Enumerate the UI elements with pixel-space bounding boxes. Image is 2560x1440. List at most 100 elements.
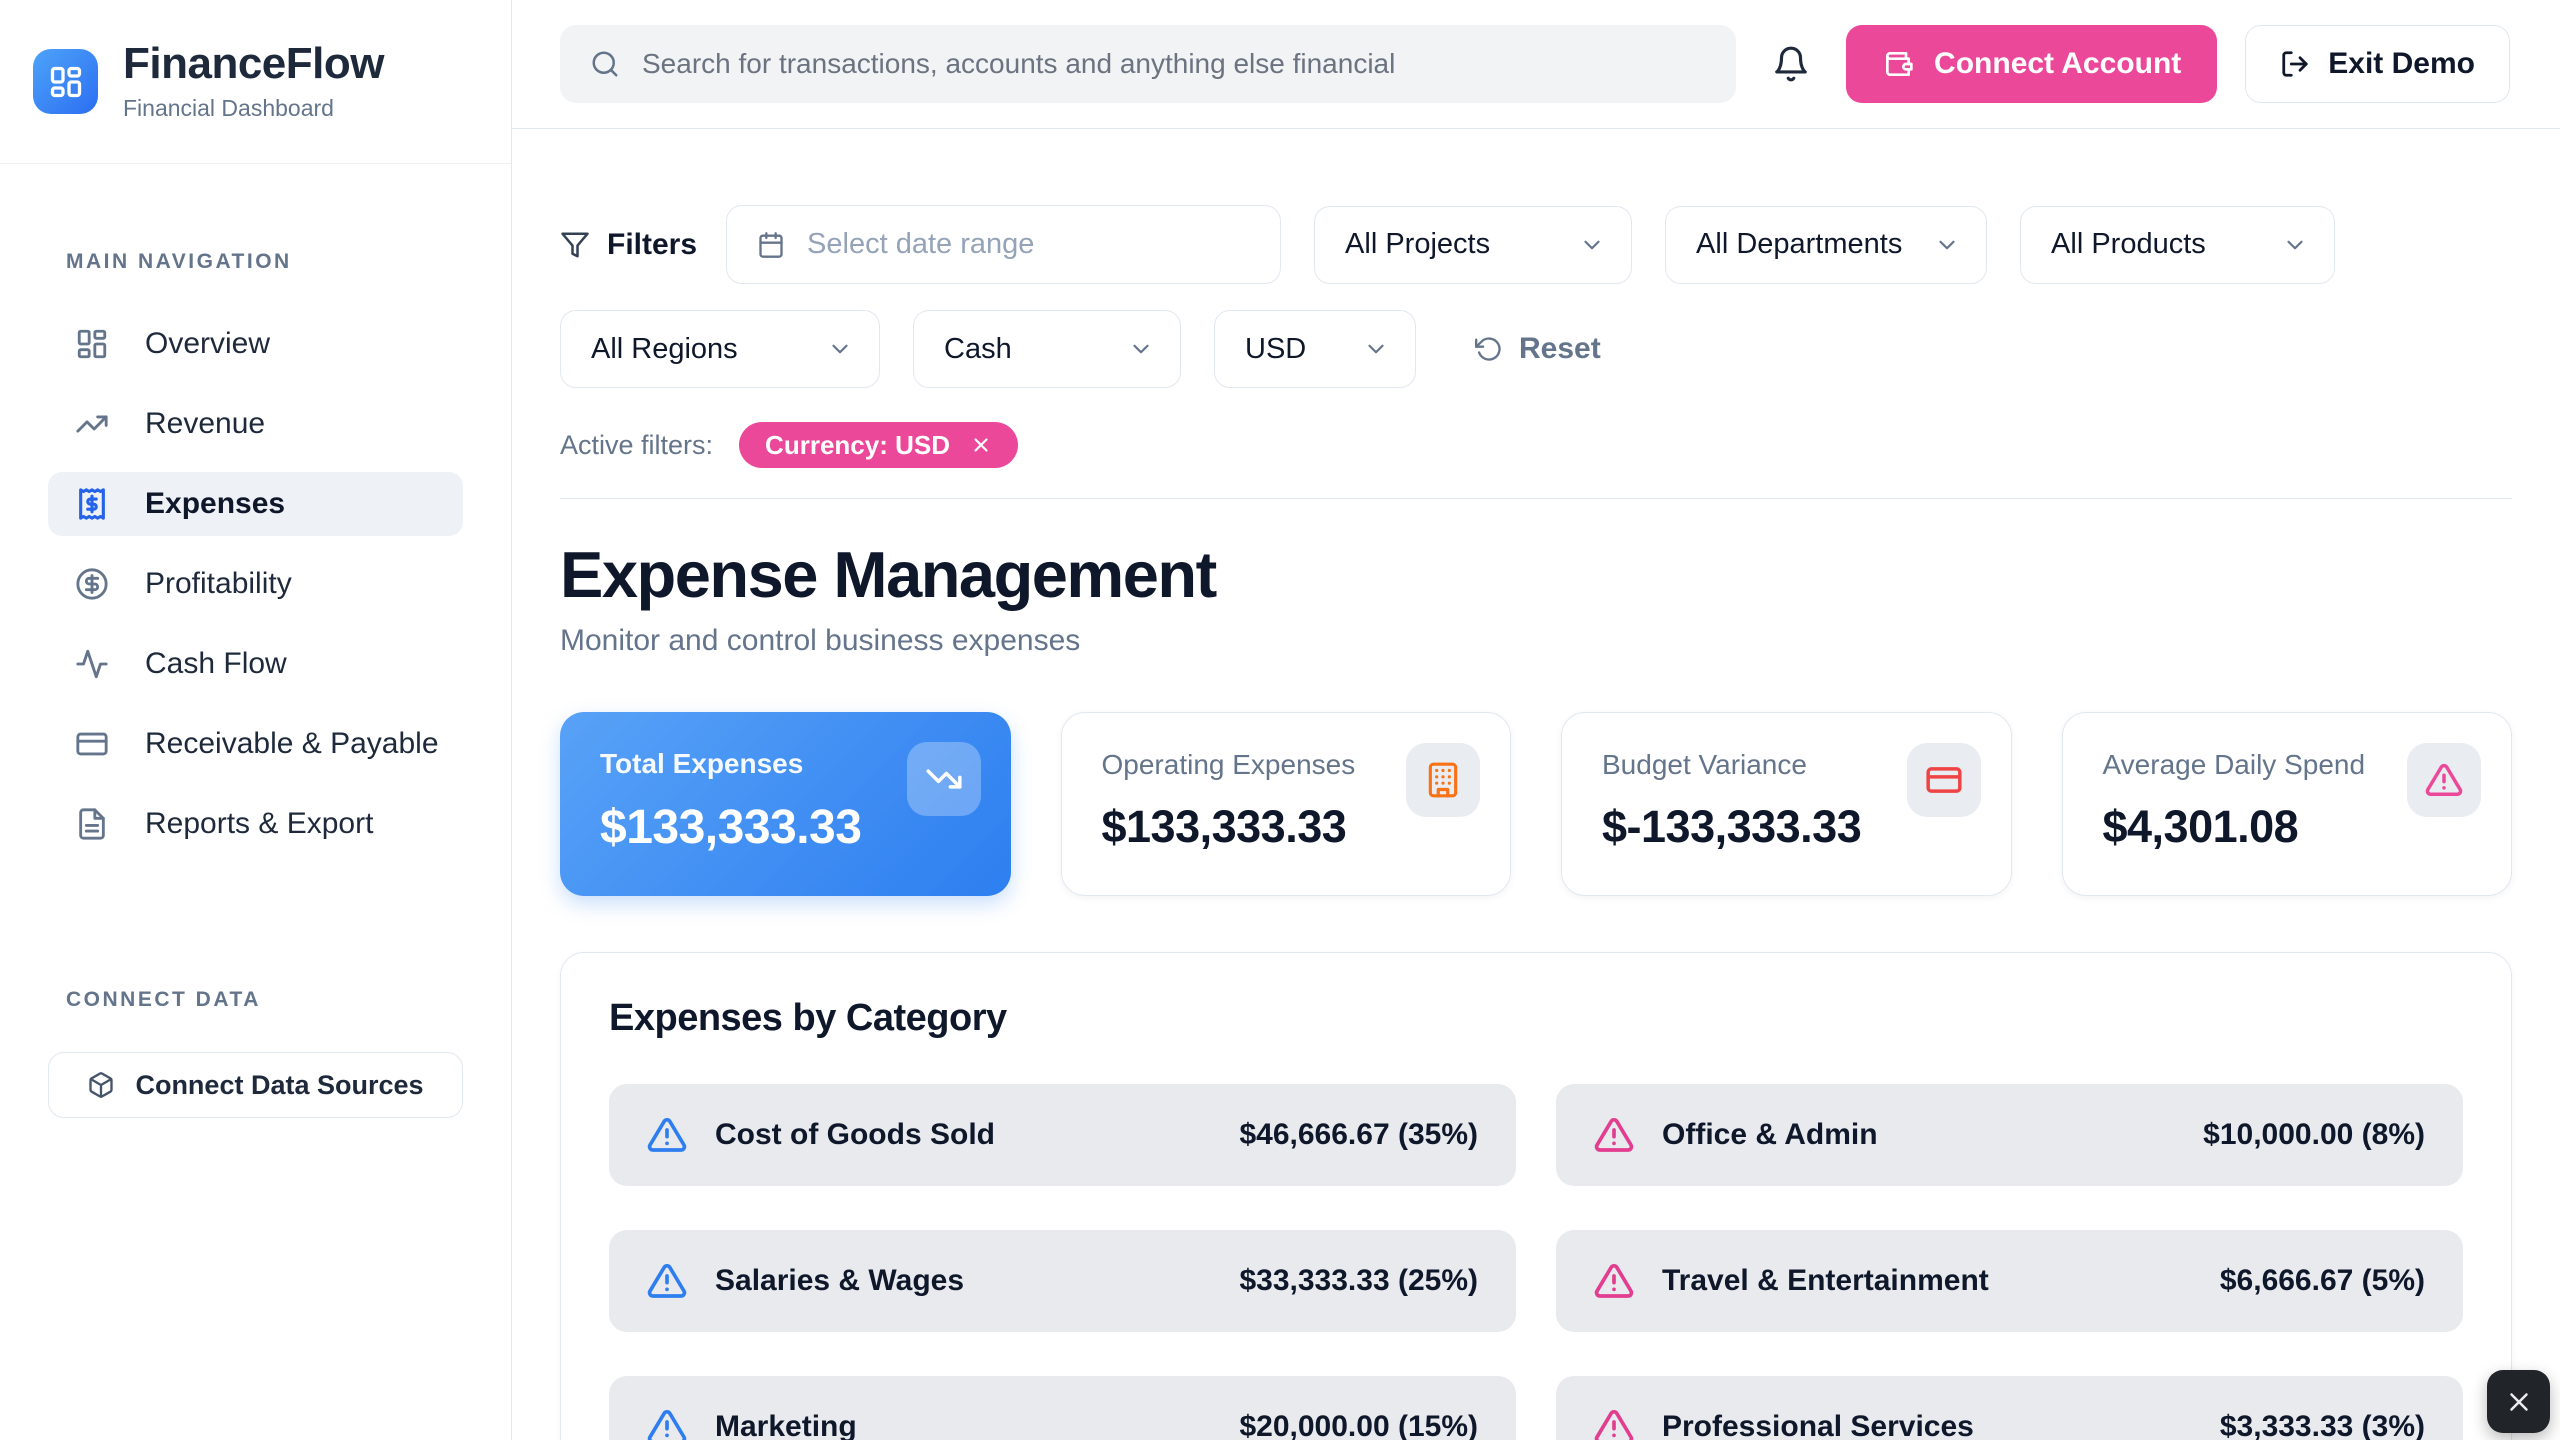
layout-dashboard-icon bbox=[75, 327, 109, 361]
stat-icon-badge bbox=[907, 742, 981, 816]
stat-card-budget-variance: Budget Variance $-133,333.33 bbox=[1561, 712, 2012, 896]
layout-dashboard-icon bbox=[48, 64, 84, 100]
active-filter-chip-currency: Currency: USD bbox=[739, 422, 1018, 468]
search-input[interactable] bbox=[642, 48, 1706, 80]
date-range-input[interactable]: Select date range bbox=[726, 205, 1281, 284]
stat-card-operating-expenses: Operating Expenses $133,333.33 bbox=[1061, 712, 1512, 896]
log-out-icon bbox=[2280, 49, 2310, 79]
chevron-down-icon bbox=[827, 336, 853, 362]
sidebar-item-label: Expenses bbox=[145, 487, 285, 521]
sidebar-item-overview[interactable]: Overview bbox=[48, 312, 463, 376]
funnel-icon bbox=[560, 230, 590, 260]
accounting-basis-select[interactable]: Cash bbox=[913, 310, 1181, 388]
sidebar-item-cash-flow[interactable]: Cash Flow bbox=[48, 632, 463, 696]
category-row-professional-services[interactable]: Professional Services $3,333.33 (3%) bbox=[1556, 1376, 2463, 1440]
nav-section-header: MAIN NAVIGATION bbox=[66, 250, 463, 274]
chevron-down-icon bbox=[1363, 336, 1389, 362]
alert-triangle-icon bbox=[647, 1261, 687, 1301]
exit-demo-button[interactable]: Exit Demo bbox=[2245, 25, 2510, 103]
connect-account-button[interactable]: Connect Account bbox=[1846, 25, 2217, 103]
category-row-cost-of-goods-sold[interactable]: Cost of Goods Sold $46,666.67 (35%) bbox=[609, 1084, 1516, 1186]
sidebar-item-reports-export[interactable]: Reports & Export bbox=[48, 792, 463, 856]
category-row-salaries-wages[interactable]: Salaries & Wages $33,333.33 (25%) bbox=[609, 1230, 1516, 1332]
sidebar-item-label: Cash Flow bbox=[145, 647, 287, 681]
category-name: Travel & Entertainment bbox=[1662, 1264, 1989, 1298]
category-name: Salaries & Wages bbox=[715, 1264, 964, 1298]
trending-down-icon bbox=[925, 760, 963, 798]
category-name: Office & Admin bbox=[1662, 1118, 1878, 1152]
active-filters-label: Active filters: bbox=[560, 430, 713, 461]
sidebar-item-label: Overview bbox=[145, 327, 270, 361]
receipt-icon bbox=[75, 487, 109, 521]
remove-filter-button[interactable] bbox=[970, 434, 992, 456]
file-text-icon bbox=[75, 807, 109, 841]
chevron-down-icon bbox=[2282, 232, 2308, 258]
chevron-down-icon bbox=[1934, 232, 1960, 258]
alert-triangle-icon bbox=[1594, 1261, 1634, 1301]
date-range-placeholder: Select date range bbox=[807, 228, 1034, 261]
app-root: FinanceFlow Financial Dashboard MAIN NAV… bbox=[0, 0, 2560, 1440]
sidebar-item-label: Reports & Export bbox=[145, 807, 373, 841]
filters-row-2: All Regions Cash USD Reset bbox=[560, 310, 2512, 388]
app-logo bbox=[33, 49, 98, 114]
category-amount: $46,666.67 (35%) bbox=[1239, 1118, 1478, 1152]
projects-select[interactable]: All Projects bbox=[1314, 206, 1632, 284]
sidebar-item-label: Revenue bbox=[145, 407, 265, 441]
regions-select[interactable]: All Regions bbox=[560, 310, 880, 388]
bell-icon bbox=[1772, 45, 1810, 83]
notifications-button[interactable] bbox=[1764, 37, 1818, 91]
category-row-marketing[interactable]: Marketing $20,000.00 (15%) bbox=[609, 1376, 1516, 1440]
chevron-down-icon bbox=[1128, 336, 1154, 362]
category-name: Cost of Goods Sold bbox=[715, 1118, 995, 1152]
category-amount: $10,000.00 (8%) bbox=[2203, 1118, 2425, 1152]
stat-cards: Total Expenses $133,333.33 Operating Exp… bbox=[560, 712, 2512, 896]
search-icon bbox=[590, 49, 620, 79]
alert-triangle-icon bbox=[1594, 1115, 1634, 1155]
wallet-icon bbox=[1882, 48, 1914, 80]
category-grid: Cost of Goods Sold $46,666.67 (35%) Offi… bbox=[609, 1084, 2463, 1440]
filters-row-1: Filters Select date range All Projects A… bbox=[560, 205, 2512, 284]
sidebar-item-label: Receivable & Payable bbox=[145, 727, 439, 761]
connect-data-sources-label: Connect Data Sources bbox=[135, 1070, 423, 1101]
sidebar-item-revenue[interactable]: Revenue bbox=[48, 392, 463, 456]
credit-card-icon bbox=[1925, 761, 1963, 799]
sidebar-item-receivable-payable[interactable]: Receivable & Payable bbox=[48, 712, 463, 776]
connect-data-sources-button[interactable]: Connect Data Sources bbox=[48, 1052, 463, 1118]
expenses-by-category-card: Expenses by Category Cost of Goods Sold … bbox=[560, 952, 2512, 1440]
close-icon bbox=[2504, 1387, 2534, 1417]
activity-icon bbox=[75, 647, 109, 681]
sidebar-item-label: Profitability bbox=[145, 567, 292, 601]
section-divider bbox=[560, 498, 2512, 499]
page-head: Expense Management Monitor and control b… bbox=[560, 537, 2512, 658]
departments-select[interactable]: All Departments bbox=[1665, 206, 1987, 284]
alert-triangle-icon bbox=[647, 1115, 687, 1155]
connect-account-label: Connect Account bbox=[1934, 47, 2181, 81]
sidebar: FinanceFlow Financial Dashboard MAIN NAV… bbox=[0, 0, 512, 1440]
sidebar-item-profitability[interactable]: Profitability bbox=[48, 552, 463, 616]
chevron-down-icon bbox=[1579, 232, 1605, 258]
category-row-travel-entertainment[interactable]: Travel & Entertainment $6,666.67 (5%) bbox=[1556, 1230, 2463, 1332]
page-subtitle: Monitor and control business expenses bbox=[560, 624, 2512, 658]
category-row-office-admin[interactable]: Office & Admin $10,000.00 (8%) bbox=[1556, 1084, 2463, 1186]
rotate-ccw-icon bbox=[1475, 335, 1503, 363]
products-select[interactable]: All Products bbox=[2020, 206, 2335, 284]
category-name: Professional Services bbox=[1662, 1410, 1974, 1440]
stat-icon-badge bbox=[1406, 743, 1480, 817]
credit-card-icon bbox=[75, 727, 109, 761]
stat-icon-badge bbox=[2407, 743, 2481, 817]
category-amount: $6,666.67 (5%) bbox=[2220, 1264, 2425, 1298]
nav-list: Overview Revenue Expenses Profitability bbox=[48, 312, 463, 856]
building-icon bbox=[1424, 761, 1462, 799]
reset-filters-button[interactable]: Reset bbox=[1475, 332, 1601, 366]
close-overlay-button[interactable] bbox=[2487, 1370, 2550, 1433]
currency-select[interactable]: USD bbox=[1214, 310, 1416, 388]
search-box[interactable] bbox=[560, 25, 1736, 103]
category-amount: $33,333.33 (25%) bbox=[1239, 1264, 1478, 1298]
sidebar-item-expenses[interactable]: Expenses bbox=[48, 472, 463, 536]
active-filters-row: Active filters: Currency: USD bbox=[560, 422, 2512, 468]
expenses-by-category-title: Expenses by Category bbox=[609, 997, 2463, 1040]
alert-triangle-icon bbox=[1594, 1407, 1634, 1440]
main-navigation: MAIN NAVIGATION Overview Revenue Expense… bbox=[0, 164, 511, 1118]
topbar: Connect Account Exit Demo bbox=[512, 0, 2560, 129]
dollar-circle-icon bbox=[75, 567, 109, 601]
